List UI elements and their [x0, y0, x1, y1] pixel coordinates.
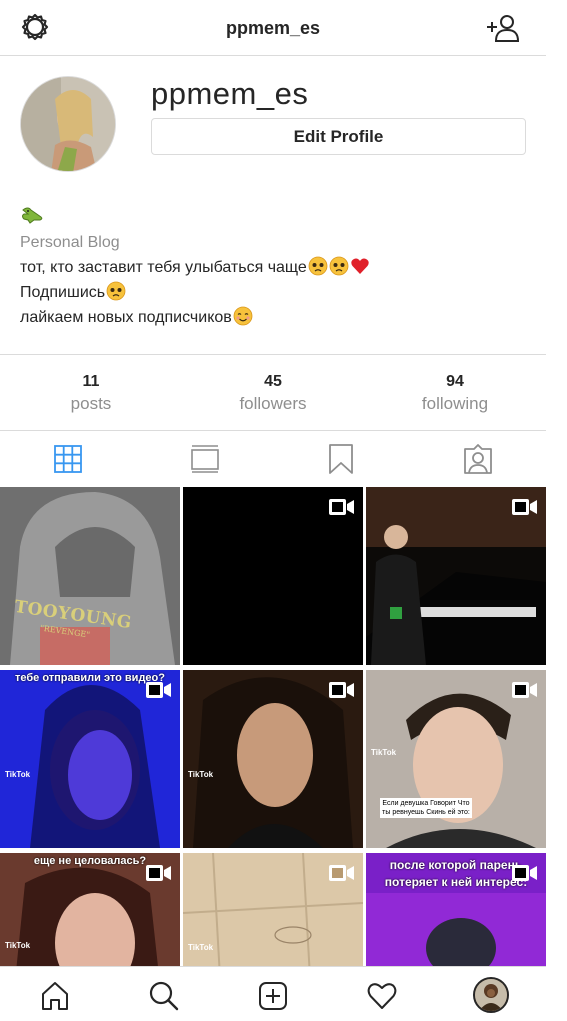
video-camera-icon: [329, 499, 354, 515]
activity-heart-icon[interactable]: [366, 980, 398, 1012]
pleading-face-icon: [329, 256, 349, 276]
tiktok-watermark: TikTok: [5, 770, 31, 779]
avatar[interactable]: [20, 76, 116, 172]
profile-bio: Personal Blog тот, кто заставит тебя улы…: [20, 204, 540, 330]
post-tile-4[interactable]: тебе отправили это видео? TikTok: [0, 670, 180, 848]
page-title: ppmem_es: [225, 18, 321, 38]
profile-avatar[interactable]: [473, 977, 509, 1013]
add-user-icon[interactable]: [485, 14, 519, 42]
profile-stats: 11 posts 45 followers 94 following: [0, 354, 546, 431]
followers-label: followers: [239, 394, 307, 413]
post-tile-6[interactable]: TikTok Если девушка Говорит Что ты ревну…: [366, 670, 546, 848]
bio-emoji-line: [20, 204, 540, 230]
profile-tabs: [0, 431, 546, 486]
bio-line-1-text: тот, кто заставит тебя улыбаться чаще: [20, 259, 307, 276]
saved-icon[interactable]: [325, 443, 357, 475]
pleading-face-icon: [106, 281, 126, 301]
profile-avatar-photo: [475, 979, 507, 1011]
post-tile-2[interactable]: [183, 487, 363, 665]
profile-username: ppmem_es: [151, 76, 309, 111]
tiktok-watermark: TikTok: [188, 943, 214, 952]
video-camera-icon: [512, 682, 537, 698]
bio-line-3: лайкаем новых подписчиков: [20, 305, 540, 330]
bio-line-3-text: лайкаем новых подписчиков: [20, 309, 232, 326]
tiktok-watermark: TikTok: [5, 941, 31, 950]
stat-posts[interactable]: 11 posts: [31, 373, 151, 414]
smiling-face-icon: [233, 306, 253, 326]
pleading-face-icon: [308, 256, 328, 276]
bio-line-2: Подпишись: [20, 280, 540, 305]
grid-icon[interactable]: [52, 443, 84, 475]
followers-count: 45: [264, 373, 282, 390]
edit-profile-button[interactable]: Edit Profile: [151, 118, 526, 155]
stat-following[interactable]: 94 following: [395, 373, 515, 414]
feed-icon[interactable]: [189, 443, 221, 475]
bio-category: Personal Blog: [20, 234, 120, 251]
bio-line-1: тот, кто заставит тебя улыбаться чаще: [20, 255, 540, 280]
video-camera-icon: [146, 865, 171, 881]
crocodile-icon: [22, 207, 43, 224]
red-heart-icon: [351, 258, 369, 274]
bio-line-2-text: Подпишись: [20, 284, 106, 301]
new-post-icon[interactable]: [257, 980, 289, 1012]
post-tile-5[interactable]: TikTok: [183, 670, 363, 848]
video-camera-icon: [329, 682, 354, 698]
top-bar: ppmem_es: [0, 0, 546, 56]
video-camera-icon: [512, 865, 537, 881]
tagged-icon[interactable]: [462, 443, 494, 475]
tiktok-watermark: TikTok: [188, 770, 214, 779]
post-tile-3[interactable]: [366, 487, 546, 665]
video-camera-icon: [146, 682, 171, 698]
posts-count: 11: [82, 373, 100, 390]
post-tile-1[interactable]: TOOYOUNG "REVENGE": [0, 487, 180, 665]
post-6-subtitle: Если девушка Говорит Что ты ревнуешь Ски…: [380, 798, 472, 818]
bottom-nav: [0, 966, 546, 1021]
following-count: 94: [446, 373, 464, 390]
following-label: following: [421, 394, 489, 413]
home-icon[interactable]: [39, 980, 71, 1012]
stat-followers[interactable]: 45 followers: [213, 373, 333, 414]
tiktok-watermark: TikTok: [371, 748, 397, 757]
search-icon[interactable]: [148, 980, 180, 1012]
post-1-photo: [0, 487, 180, 665]
video-camera-icon: [329, 865, 354, 881]
video-camera-icon: [512, 499, 537, 515]
avatar-photo: [21, 77, 115, 171]
posts-label: posts: [70, 394, 112, 413]
